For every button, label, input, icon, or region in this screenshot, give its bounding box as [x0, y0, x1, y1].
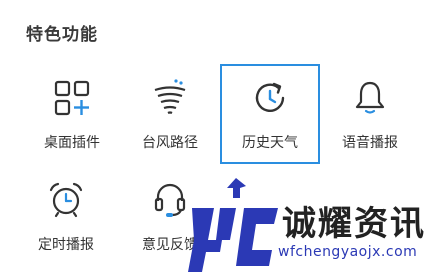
typhoon-icon — [150, 78, 190, 118]
feature-panel: 特色功能 桌面插件 台风路径 历史天气 语音播报 定时播报 意见反馈 诚耀资讯 … — [0, 0, 440, 275]
feature-voice-broadcast[interactable]: 语音播报 — [322, 66, 418, 162]
feature-label: 语音播报 — [342, 135, 398, 151]
headset-icon — [150, 180, 190, 220]
feature-label: 历史天气 — [242, 135, 298, 151]
watermark-url: wfchengyaojx.com — [278, 244, 418, 260]
section-title: 特色功能 — [26, 25, 98, 45]
feature-desktop-widget[interactable]: 桌面插件 — [24, 66, 120, 162]
watermark-brand: 诚耀资讯 — [282, 204, 426, 244]
bell-icon — [350, 78, 390, 118]
watermark: 诚耀资讯 wfchengyaojx.com — [186, 178, 440, 275]
widget-add-icon — [52, 78, 92, 118]
feature-typhoon-path[interactable]: 台风路径 — [122, 66, 218, 162]
history-icon — [250, 78, 290, 118]
feature-label: 桌面插件 — [44, 135, 100, 151]
brand-logo — [188, 178, 278, 272]
feature-label: 台风路径 — [142, 135, 198, 151]
feature-scheduled-broadcast[interactable]: 定时播报 — [18, 168, 114, 264]
feature-history-weather[interactable]: 历史天气 — [220, 64, 320, 164]
feature-label: 定时播报 — [38, 237, 94, 253]
alarm-clock-icon — [46, 180, 86, 220]
